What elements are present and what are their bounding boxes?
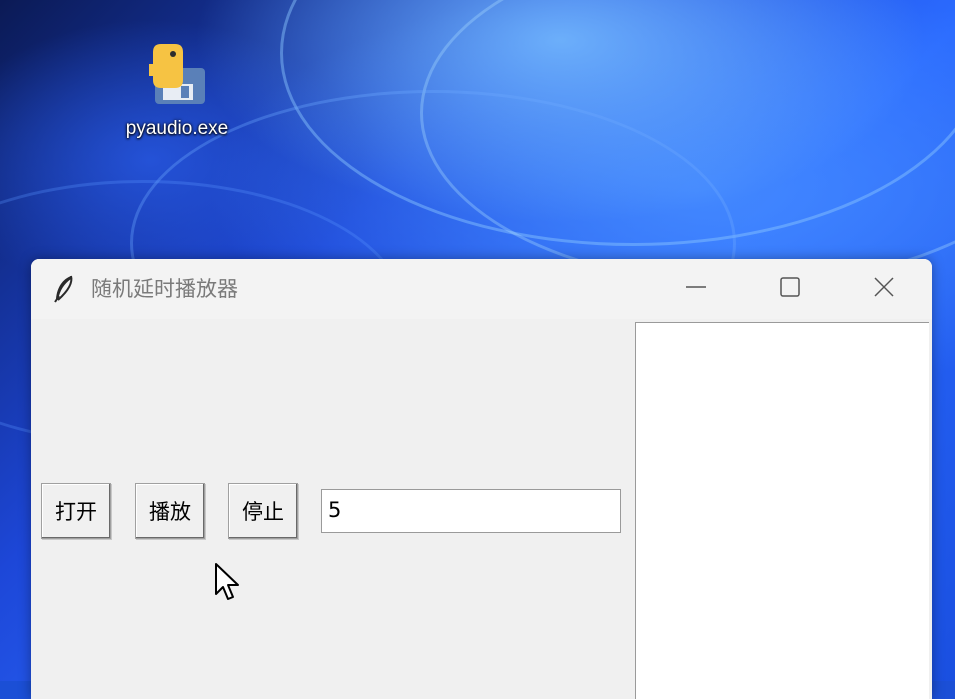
minimize-button[interactable] [667, 269, 725, 309]
maximize-button[interactable] [761, 269, 819, 309]
open-button[interactable]: 打开 [41, 483, 111, 539]
play-button[interactable]: 播放 [135, 483, 205, 539]
python-exe-icon [145, 40, 209, 108]
tk-feather-icon [53, 275, 75, 303]
close-button[interactable] [855, 269, 913, 309]
delay-input[interactable]: 5 [321, 489, 621, 533]
desktop-shortcut-label: pyaudio.exe [125, 118, 229, 139]
stop-button[interactable]: 停止 [228, 483, 298, 539]
minimize-icon [685, 276, 707, 302]
desktop-shortcut-pyaudio[interactable]: pyaudio.exe [92, 40, 262, 160]
window-title: 随机延时播放器 [91, 277, 238, 301]
maximize-icon [779, 276, 801, 302]
close-icon [873, 276, 895, 302]
file-listbox[interactable] [635, 322, 929, 699]
app-window: 随机延时播放器 打开 播放 停止 5 [31, 259, 932, 699]
title-bar[interactable]: 随机延时播放器 [31, 259, 932, 319]
mouse-cursor-icon [214, 562, 242, 604]
